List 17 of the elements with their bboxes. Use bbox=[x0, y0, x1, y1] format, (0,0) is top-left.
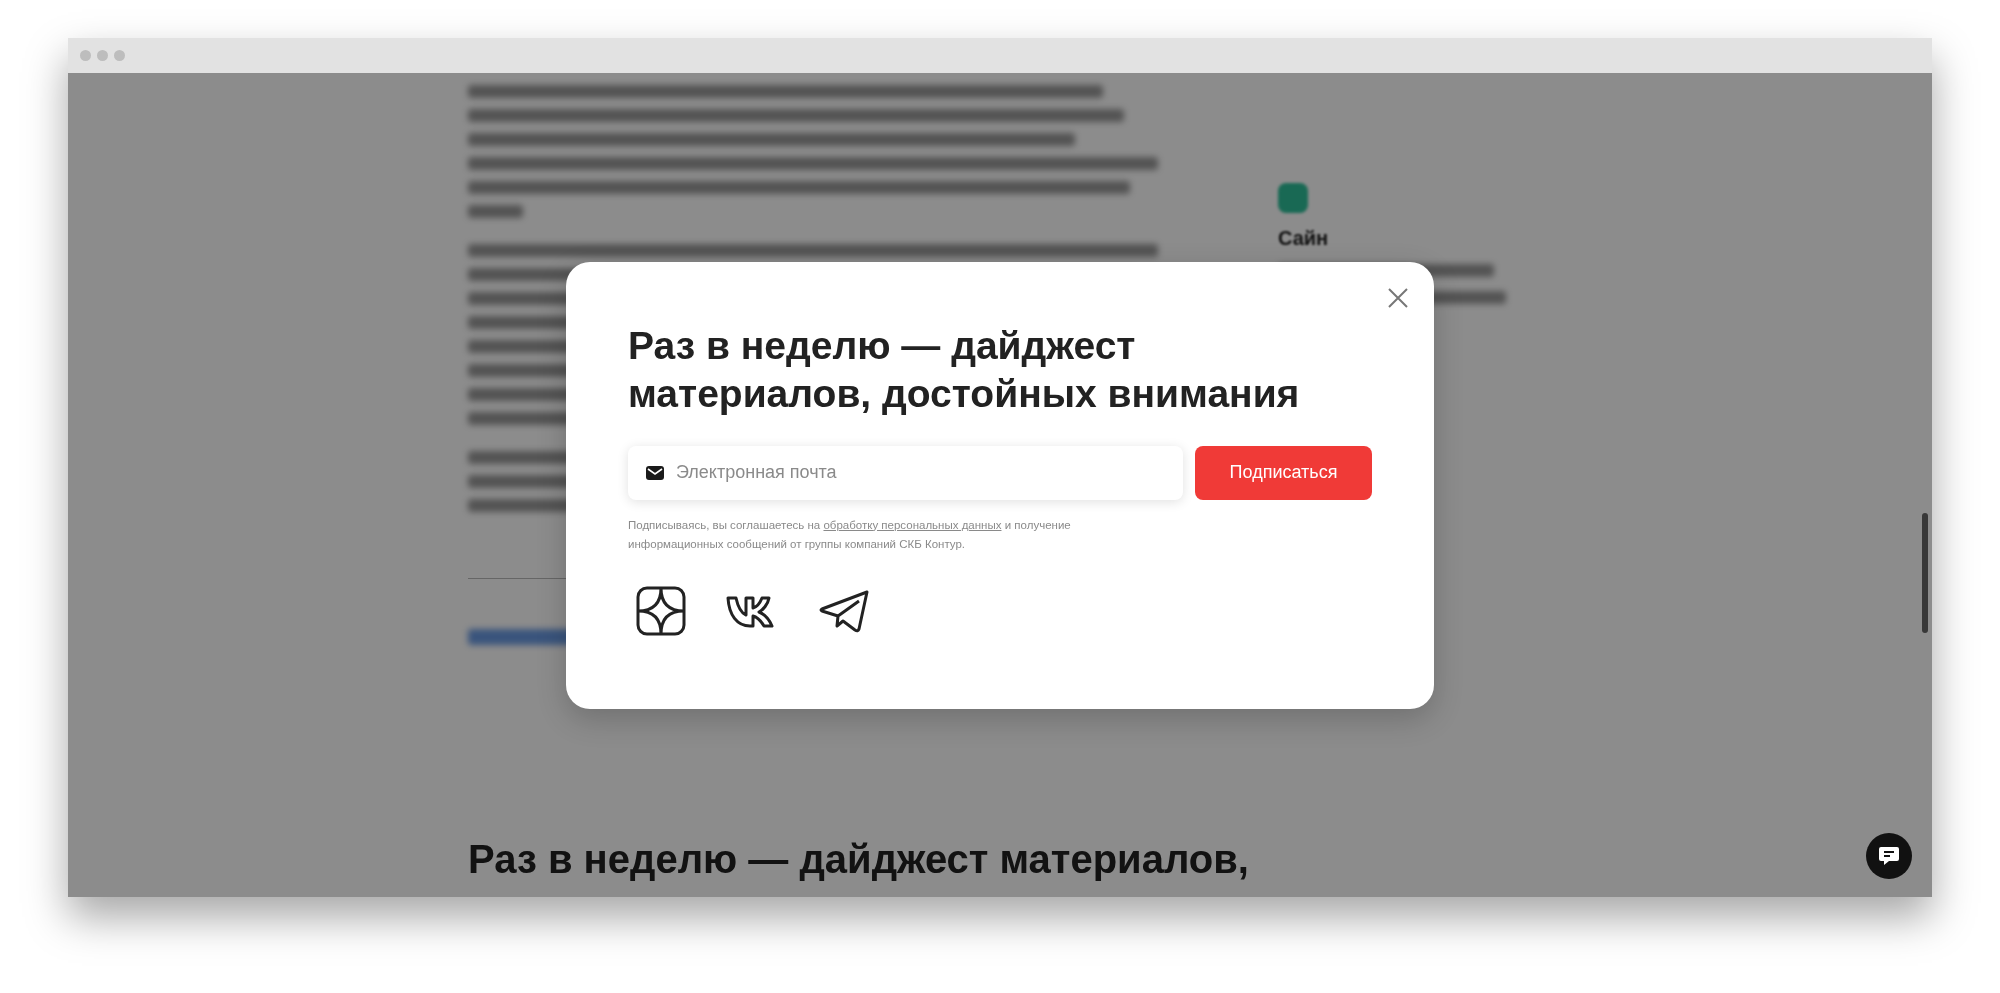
window-dot[interactable] bbox=[80, 50, 91, 61]
sidebar-title: Сайн bbox=[1278, 227, 1330, 250]
sparkle-square-icon bbox=[636, 585, 686, 636]
close-icon[interactable] bbox=[1386, 285, 1410, 310]
window-dot[interactable] bbox=[114, 50, 125, 61]
email-field[interactable]: Электронная почта bbox=[628, 445, 1183, 500]
chat-icon bbox=[1878, 846, 1900, 866]
subscribe-button[interactable]: Подписаться bbox=[1195, 445, 1372, 500]
consent-text: Подписываясь, вы соглашаетесь на обработку персональных данных и получение информационных сообщений от группы компаний СКБ Контур. bbox=[628, 517, 1072, 552]
app-icon bbox=[1278, 183, 1308, 213]
article-heading: Раз в неделю — дайджест материалов, bbox=[468, 836, 1249, 883]
window-dot[interactable] bbox=[97, 50, 108, 61]
chat-button[interactable] bbox=[1866, 833, 1912, 879]
dialog-title: Раз в неделю — дайджест материалов, достойных внимания bbox=[628, 322, 1301, 417]
paper-plane-icon bbox=[819, 588, 871, 633]
privacy-link[interactable]: обработку персональных данных bbox=[823, 518, 1002, 531]
scrollbar-thumb[interactable] bbox=[1922, 513, 1928, 633]
